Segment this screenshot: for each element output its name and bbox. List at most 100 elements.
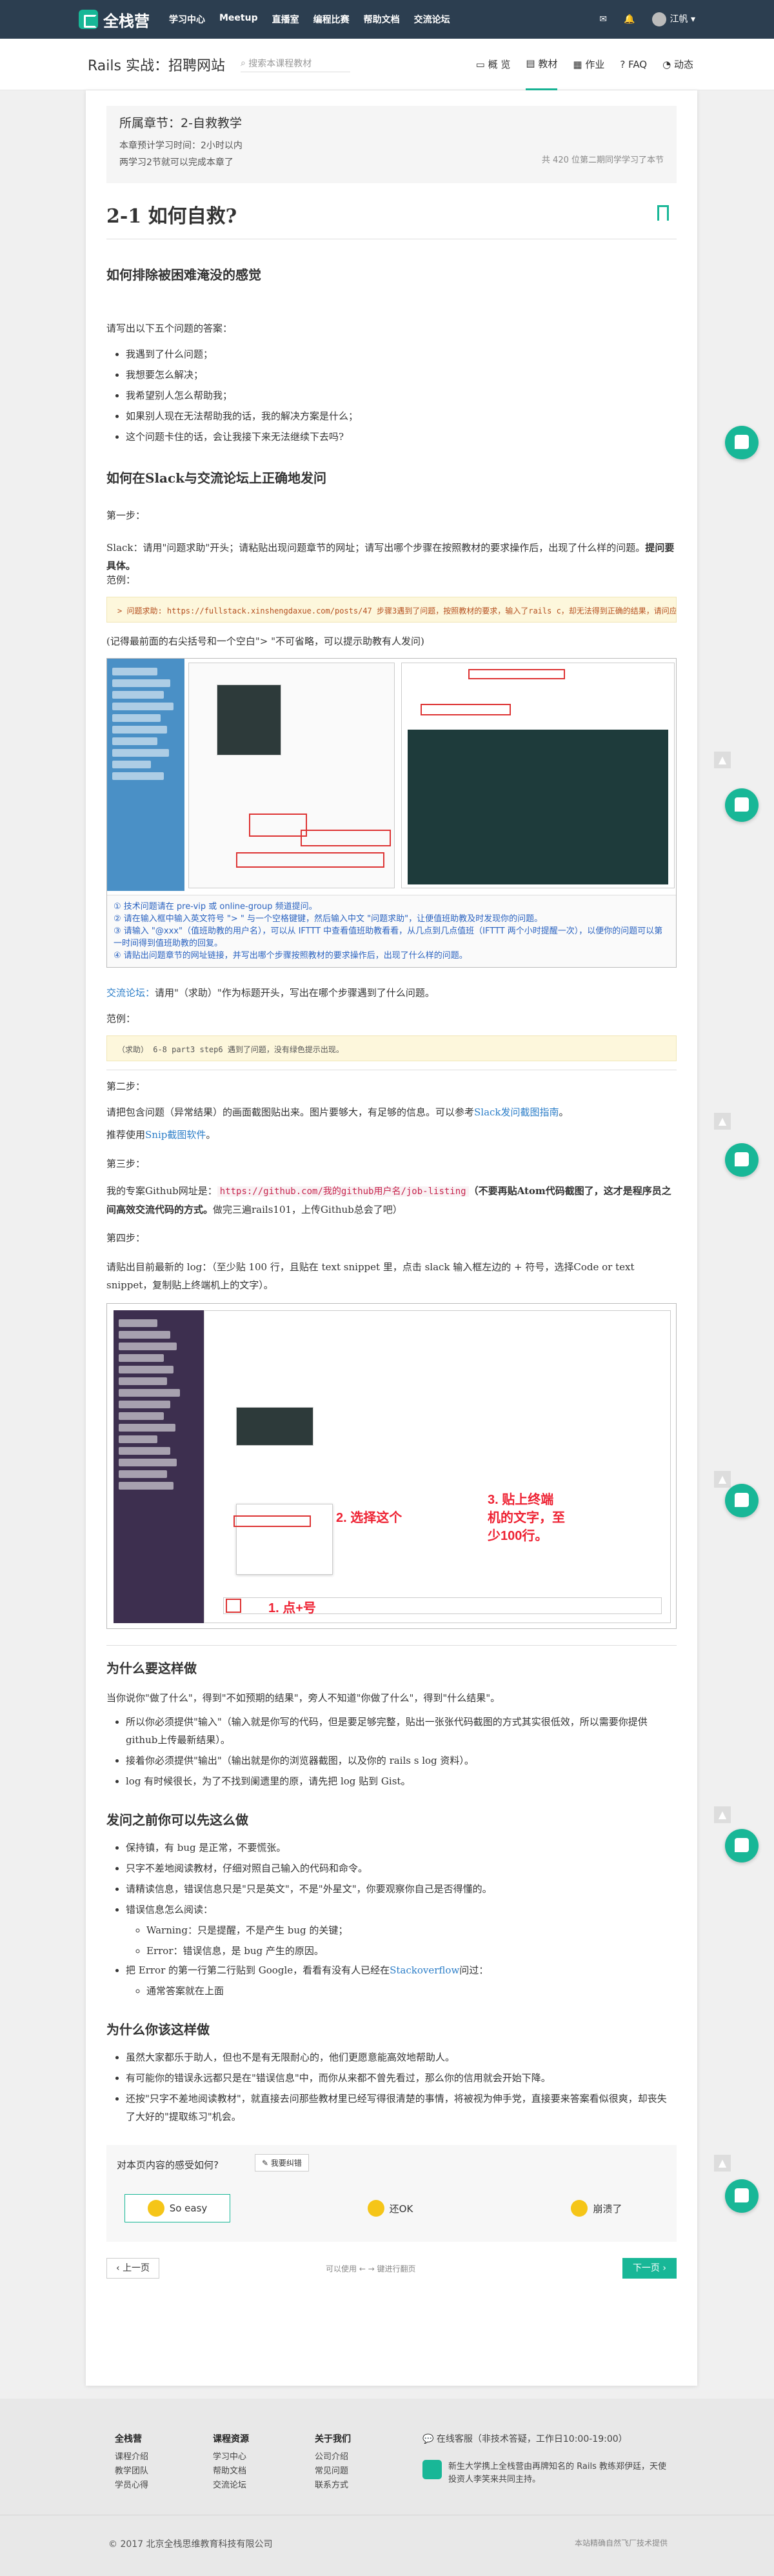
divider — [106, 1645, 677, 1646]
tab-overview[interactable]: ▭ 概 览 — [476, 39, 511, 90]
footer-link[interactable]: 常见问题 — [315, 2464, 351, 2479]
chat-float-button[interactable] — [725, 788, 759, 822]
brand-logo-icon — [79, 10, 98, 29]
footer-col-title: 课程资源 — [213, 2434, 249, 2444]
list-item: 只字不差地阅读教材，仔细对照自己输入的代码和命令。 — [126, 1859, 671, 1877]
online-service[interactable]: 💬 在线客服（非技术答疑，工作日10:00-19:00） — [422, 2432, 628, 2445]
report-error-button[interactable]: ✎ 我要纠错 — [255, 2154, 309, 2172]
footer-link[interactable]: 公司介绍 — [315, 2450, 351, 2464]
forum-label[interactable]: 交流论坛： — [106, 987, 155, 999]
section-heading: 发问之前你可以先这么做 — [106, 1812, 248, 1828]
nav-link-live[interactable]: 直播室 — [272, 13, 299, 26]
footer-credit: 本站精确自然飞厂技术提供 — [574, 2539, 668, 2548]
scroll-up-icon[interactable]: ▲ — [714, 2155, 731, 2172]
top-nav: 全栈营 学习中心 Meetup 直播室 编程比赛 帮助文档 交流论坛 ✉ 🔔 江… — [0, 0, 774, 39]
scroll-up-icon[interactable]: ▲ — [714, 1806, 731, 1823]
chat-float-button[interactable] — [725, 1484, 759, 1517]
footer-link[interactable]: 联系方式 — [315, 2479, 351, 2493]
tab-overview-label: 概 览 — [488, 59, 511, 70]
list-item: Error：错误信息，是 bug 产生的原因。 — [146, 1942, 666, 1960]
note-line: ④ 请贴出问题章节的网址链接，并写出哪个步骤按照教材的要求操作后，出现了什么样的… — [114, 951, 468, 961]
nav-link-contest[interactable]: 编程比赛 — [313, 13, 350, 26]
footer-link[interactable]: 学习中心 — [213, 2450, 249, 2464]
github-pre: 我的专案Github网址是： — [106, 1185, 217, 1197]
google-sub-list: 通常答案就在上面 — [137, 1982, 666, 2002]
option-label: So easy — [169, 2202, 208, 2214]
section-heading: 如何排除被困难淹没的感觉 — [106, 267, 261, 283]
stackoverflow-link[interactable]: Stackoverflow — [390, 1964, 459, 1976]
chat-float-button[interactable] — [725, 1143, 759, 1177]
highlight-box — [468, 669, 565, 679]
tab-materials[interactable]: ▤ 教材 — [526, 39, 558, 90]
slack-guide-link[interactable]: Slack发问截图指南 — [474, 1106, 559, 1118]
user-menu[interactable]: 江帆 ▾ — [651, 12, 695, 26]
github-code: https://github.com/我的github用户名/job-listi… — [217, 1186, 469, 1197]
snip-link[interactable]: Snip截图软件 — [145, 1129, 206, 1141]
step-label: 第二步： — [106, 1081, 146, 1092]
prev-page-button[interactable]: ‹ 上一页 — [106, 2258, 160, 2279]
neutral-face-icon — [367, 2200, 384, 2217]
scroll-up-icon[interactable]: ▲ — [714, 1471, 731, 1488]
annotation-paste: 3. 贴上终端机的文字，至少100行。 — [488, 1493, 565, 1543]
scroll-up-icon[interactable]: ▲ — [714, 752, 731, 768]
feedback-option-crash[interactable]: 崩溃了 — [558, 2194, 635, 2222]
step-label: 第一步： — [106, 510, 146, 521]
code-block: > 问题求助: https://fullstack.xinshengdaxue.… — [106, 597, 677, 623]
screenshot-chat-panel — [204, 1310, 671, 1623]
nav-link-meetup[interactable]: Meetup — [219, 13, 258, 26]
screenshot-terminal-thumb — [236, 1407, 313, 1446]
note-line: ③ 请输入 "@xxx"（值班助教的用户名），可以从 IFTTT 中查看值班助教… — [114, 926, 663, 948]
feedback-option-easy[interactable]: So easy — [124, 2194, 230, 2222]
learners-count: 共 420 位第二期同学学习了本节 — [541, 155, 664, 165]
tab-homework-label: 作业 — [585, 59, 605, 70]
footer-link[interactable]: 教学团队 — [115, 2464, 148, 2479]
step2-text: 请把包含问题（异常结果）的画面截图贴出来。图片要够大，有足够的信息。可以参考 — [106, 1106, 475, 1118]
chat-float-button[interactable] — [725, 1829, 759, 1862]
section-heading: 为什么要这样做 — [106, 1661, 197, 1676]
list-item: 虽然大家都乐于助人，但也不是有无限耐心的，他们更愿意能高效地帮助人。 — [126, 2048, 671, 2066]
lesson-card: 所属章节：2-自救教学 本章预计学习时间：2小时以内 两学习2节就可以完成本章了… — [86, 90, 697, 2386]
list-item: 有可能你的错误永远都只是在"错误信息"中，而你从来都不曾先看过，那么你的信用就会… — [126, 2069, 671, 2087]
tab-materials-label: 教材 — [538, 57, 558, 70]
copyright: © 2017 北京全栈思维教育科技有限公司 — [108, 2539, 273, 2550]
list-item: 把 Error 的第一行第二行贴到 Google，看看有没有人已经在Stacko… — [126, 1961, 671, 1979]
course-search[interactable]: ⌕ 搜索本课程教材 — [240, 57, 350, 72]
course-subbar: Rails 实战：招聘网站 ⌕ 搜索本课程教材 ▭ 概 览 ▤ 教材 ▦ 作业 … — [0, 39, 774, 90]
tab-activity[interactable]: ◔ 动态 — [662, 39, 693, 90]
snip-pre: 推荐使用 — [106, 1129, 146, 1141]
list-item: 通常答案就在上面 — [146, 1982, 666, 2000]
highlight-box — [301, 830, 391, 846]
nav-link-help[interactable]: 帮助文档 — [364, 13, 400, 26]
tab-activity-label: 动态 — [673, 59, 693, 70]
notification-bell-icon[interactable]: 🔔 — [624, 14, 635, 25]
brand[interactable]: 全栈营 — [79, 8, 150, 31]
option-label: 崩溃了 — [593, 2202, 622, 2215]
chapter-title[interactable]: 所属章节：2-自救教学 — [119, 114, 664, 131]
screenshot-terminal-thumb — [217, 684, 281, 755]
scroll-up-icon[interactable]: ▲ — [714, 1113, 731, 1130]
next-page-button[interactable]: 下一页 › — [622, 2258, 677, 2279]
bookmark-icon[interactable] — [657, 205, 669, 226]
tab-homework[interactable]: ▦ 作业 — [573, 39, 604, 90]
chat-float-button[interactable] — [725, 2179, 759, 2213]
paragraph: 请把包含问题（异常结果）的画面截图贴出来。图片要够大，有足够的信息。可以参考Sl… — [106, 1103, 677, 1121]
nav-link-learning[interactable]: 学习中心 — [169, 13, 205, 26]
screenshot-notes: ① 技术问题请在 pre-vip 或 online-group 频道提问。 ② … — [107, 895, 676, 967]
course-title[interactable]: Rails 实战：招聘网站 — [88, 54, 225, 75]
mail-icon[interactable]: ✉ — [599, 14, 607, 25]
section-heading: 如何在Slack与交流论坛上正确地发问 — [106, 470, 327, 486]
chat-bubble-icon: 💬 — [422, 2434, 437, 2444]
footer-link[interactable]: 帮助文档 — [213, 2464, 249, 2479]
avatar — [651, 12, 666, 26]
chat-float-button[interactable] — [725, 426, 759, 459]
footer-link[interactable]: 学员心得 — [115, 2479, 148, 2493]
footer-link[interactable]: 课程介绍 — [115, 2450, 148, 2464]
feedback-option-ok[interactable]: 还OK — [352, 2194, 429, 2222]
search-input[interactable]: 搜索本课程教材 — [248, 57, 312, 70]
happy-face-icon — [147, 2200, 164, 2217]
footer-col-resources: 课程资源 学习中心 帮助文档 交流论坛 — [213, 2432, 249, 2493]
tab-faq[interactable]: ? FAQ — [620, 39, 647, 90]
footer-link[interactable]: 交流论坛 — [213, 2479, 249, 2493]
nav-link-forum[interactable]: 交流论坛 — [414, 13, 450, 26]
footer: 全栈营 课程介绍 教学团队 学员心得 课程资源 学习中心 帮助文档 交流论坛 关… — [0, 2399, 774, 2576]
